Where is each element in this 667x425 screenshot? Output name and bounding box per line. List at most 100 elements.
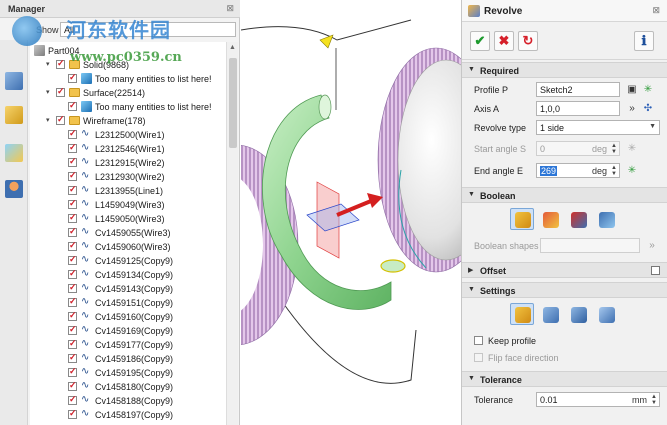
setting-solid-icon[interactable]	[510, 303, 534, 325]
tree-row[interactable]: ∿ Cv1459134(Copy9)	[30, 268, 226, 282]
boolean-intersect-icon[interactable]	[594, 208, 618, 230]
visibility-checkbox[interactable]	[68, 352, 77, 363]
visibility-checkbox[interactable]	[56, 114, 65, 125]
info-button[interactable]: ℹ	[634, 31, 654, 51]
expand-chevron-icon[interactable]: ▾	[46, 88, 54, 96]
keep-profile-checkbox[interactable]	[474, 336, 483, 345]
boolean-subtract-icon[interactable]	[566, 208, 590, 230]
tree-row[interactable]: Too many entities to list here!	[30, 72, 226, 86]
pick-icon[interactable]: ▣	[626, 84, 638, 96]
visibility-checkbox[interactable]	[68, 338, 77, 349]
3d-viewport[interactable]	[241, 0, 461, 425]
visibility-checkbox[interactable]	[68, 170, 77, 181]
tree-row[interactable]: ∿ Cv1459060(Wire3)	[30, 240, 226, 254]
visibility-checkbox[interactable]	[68, 324, 77, 335]
axis-marker-icon[interactable]	[319, 34, 334, 49]
visibility-checkbox[interactable]	[68, 72, 77, 83]
section-tolerance[interactable]: ▼ Tolerance	[462, 371, 667, 387]
expand-chevron-icon[interactable]: ▾	[46, 60, 54, 68]
end-angle-input[interactable]: 269 deg ▲ ▼	[536, 163, 620, 178]
visibility-checkbox[interactable]	[56, 86, 65, 97]
visibility-checkbox[interactable]	[68, 198, 77, 209]
tree-row[interactable]: ▾ Surface(22514)	[30, 86, 226, 100]
visibility-checkbox[interactable]	[68, 142, 77, 153]
tree-scrollbar[interactable]: ▲	[226, 42, 238, 425]
visibility-checkbox[interactable]	[68, 394, 77, 405]
tree-row[interactable]: Part004	[30, 44, 226, 58]
profile-input[interactable]: Sketch2	[536, 82, 620, 97]
setting-surface-icon[interactable]	[538, 303, 562, 325]
axis-tool-icon[interactable]: ✣	[642, 103, 654, 115]
end-angle-value[interactable]: 269	[540, 166, 558, 176]
boolean-add-icon[interactable]	[538, 208, 562, 230]
cube-icon[interactable]	[5, 106, 23, 124]
viewport-canvas[interactable]	[241, 0, 461, 425]
keep-profile-row[interactable]: Keep profile	[474, 333, 664, 349]
section-required[interactable]: ▼ Required	[462, 62, 667, 78]
tree-row[interactable]: ∿ L2312500(Wire1)	[30, 128, 226, 142]
visibility-checkbox[interactable]	[68, 380, 77, 391]
show-filter-input[interactable]: All	[60, 22, 236, 37]
tree-row[interactable]: ▾ Wireframe(178)	[30, 114, 226, 128]
tree-row[interactable]: ∿ Cv1459169(Copy9)	[30, 324, 226, 338]
tree-row[interactable]: ∿ L2312915(Wire2)	[30, 156, 226, 170]
visibility-checkbox[interactable]	[68, 310, 77, 321]
ok-button[interactable]: ✔	[470, 31, 490, 51]
apply-button[interactable]: ↻	[518, 31, 538, 51]
visibility-checkbox[interactable]	[68, 100, 77, 111]
visibility-checkbox[interactable]	[68, 254, 77, 265]
tree-row[interactable]: ▾ Solid(9868)	[30, 58, 226, 72]
visibility-checkbox[interactable]	[68, 226, 77, 237]
tree-row[interactable]: ∿ Cv1459143(Copy9)	[30, 282, 226, 296]
sketch-icon[interactable]: ✳	[642, 84, 654, 96]
tree-row[interactable]: ∿ L2313955(Line1)	[30, 184, 226, 198]
tree-row[interactable]: ∿ Cv1459125(Copy9)	[30, 254, 226, 268]
tolerance-input[interactable]: 0.01 mm ▲ ▼	[536, 392, 660, 407]
visibility-checkbox[interactable]	[68, 296, 77, 307]
double-chevron-icon[interactable]: »	[626, 103, 638, 115]
spinner-icon[interactable]: ▲ ▼	[651, 394, 657, 406]
tree-row[interactable]: ∿ Cv1459055(Wire3)	[30, 226, 226, 240]
tree-row[interactable]: ∿ L2312546(Wire1)	[30, 142, 226, 156]
section-settings[interactable]: ▼ Settings	[462, 282, 667, 298]
image-icon[interactable]	[5, 144, 23, 162]
visibility-checkbox[interactable]	[68, 408, 77, 419]
tree-row[interactable]: ∿ Cv1458197(Copy9)	[30, 408, 226, 422]
tree-row[interactable]: ∿ Cv1458180(Copy9)	[30, 380, 226, 394]
revolve-close-icon[interactable]: ⊠	[652, 5, 660, 16]
scroll-up-icon[interactable]: ▲	[229, 44, 236, 51]
tree-row[interactable]: ∿ L2312930(Wire2)	[30, 170, 226, 184]
boolean-base-icon[interactable]	[510, 208, 534, 230]
end-angle-tool-icon[interactable]: ✳	[626, 165, 638, 177]
tree-row[interactable]: ∿ Cv1459177(Copy9)	[30, 338, 226, 352]
visibility-checkbox[interactable]	[68, 128, 77, 139]
scroll-thumb[interactable]	[229, 58, 237, 148]
visibility-checkbox[interactable]	[68, 240, 77, 251]
setting-closed-icon[interactable]	[594, 303, 618, 325]
visibility-checkbox[interactable]	[68, 366, 77, 377]
visibility-checkbox[interactable]	[68, 184, 77, 195]
setting-open-icon[interactable]	[566, 303, 590, 325]
tree-row[interactable]: ∿ L1459049(Wire3)	[30, 198, 226, 212]
user-icon[interactable]	[5, 180, 23, 198]
visibility-checkbox[interactable]	[68, 268, 77, 279]
section-boolean[interactable]: ▼ Boolean	[462, 187, 667, 203]
tolerance-value[interactable]: 0.01	[540, 395, 558, 405]
visibility-checkbox[interactable]	[68, 156, 77, 167]
manager-close-icon[interactable]: ⊠	[226, 3, 234, 14]
offset-checkbox[interactable]	[651, 266, 660, 275]
tree-row[interactable]: Too many entities to list here!	[30, 100, 226, 114]
visibility-checkbox[interactable]	[68, 282, 77, 293]
axis-input[interactable]: 1,0,0	[536, 101, 620, 116]
expand-chevron-icon[interactable]: ▾	[46, 116, 54, 124]
spinner-icon[interactable]: ▲ ▼	[611, 165, 617, 177]
shape-icon[interactable]	[5, 72, 23, 90]
revolve-type-select[interactable]: 1 side ▼	[536, 120, 660, 135]
tree-row[interactable]: ∿ Cv1459160(Copy9)	[30, 310, 226, 324]
tree-row[interactable]: ∿ Cv1458188(Copy9)	[30, 394, 226, 408]
visibility-checkbox[interactable]	[68, 212, 77, 223]
cancel-button[interactable]: ✖	[494, 31, 514, 51]
section-offset[interactable]: ▶ Offset	[462, 262, 667, 278]
tree-row[interactable]: ∿ Cv1459151(Copy9)	[30, 296, 226, 310]
tree-row[interactable]: ∿ Cv1459195(Copy9)	[30, 366, 226, 380]
